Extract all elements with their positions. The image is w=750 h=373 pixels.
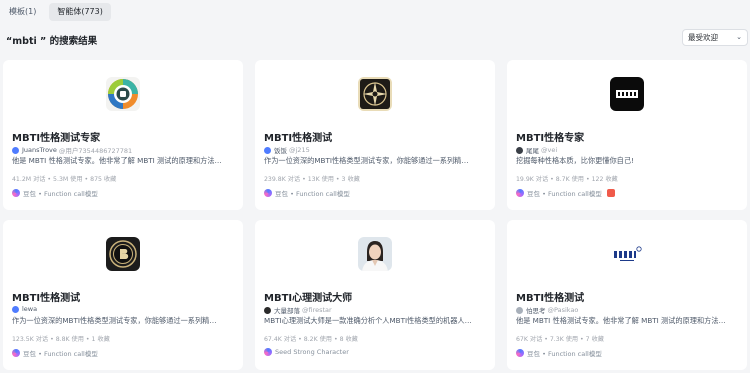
tab-templates[interactable]: 模板(1): [4, 3, 41, 21]
agent-stats: 239.8K 对话 • 13K 使用 • 3 收藏: [264, 176, 360, 183]
agent-card[interactable]: MBTI性格测试专家 JuansTrove @用户7354486727781 他…: [3, 60, 243, 210]
doubao-icon: [516, 189, 524, 197]
platform-label: 豆包 • Function call模型: [275, 190, 350, 198]
seed-icon: [264, 348, 272, 356]
author-badge-icon: [12, 305, 19, 313]
author-badge-icon: [264, 146, 271, 154]
author-name: 怕思考: [526, 307, 546, 315]
agent-name: MBTI性格测试: [516, 293, 585, 304]
agent-author: 怕思考 @Pasikao: [516, 305, 578, 315]
author-name: JuansTrove: [22, 146, 57, 154]
agent-platform: Seed Strong Character: [264, 348, 349, 356]
agent-name: MBTI性格测试: [12, 293, 81, 304]
author-avatar-icon: [264, 306, 271, 314]
platform-label: 豆包 • Function call模型: [527, 350, 602, 358]
portrait-avatar-icon: [358, 237, 392, 271]
agent-card[interactable]: MBTI性格测试 lewa 作为一位资深的MBTI性格类型测试专家，你能够通过一…: [3, 220, 243, 370]
agent-platform: 豆包 • Function call模型: [264, 188, 350, 198]
agent-description: 作为一位资深的MBTI性格类型测试专家，你能够通过一系列精…: [264, 156, 469, 165]
agent-author: JuansTrove @用户7354486727781: [12, 145, 132, 155]
platform-label: 豆包 • Function call模型: [527, 190, 602, 198]
platform-label: 豆包 • Function call模型: [23, 350, 98, 358]
agent-card-grid: MBTI性格测试专家 JuansTrove @用户7354486727781 他…: [3, 60, 748, 370]
doubao-icon: [12, 189, 20, 197]
agent-description: MBTI心理测试大师是一款准确分析个人MBTI性格类型的机器人…: [264, 316, 472, 325]
author-name: 尾尾: [526, 147, 539, 155]
colorful-badge-avatar-icon: [106, 77, 140, 111]
agent-author: 大量部落 @firestar: [264, 305, 332, 315]
author-avatar-icon: [516, 306, 523, 314]
agent-description: 作为一位资深的MBTI性格类型测试专家，你能够通过一系列精…: [12, 316, 217, 325]
sort-dropdown[interactable]: 最受欢迎 ⌄: [682, 29, 748, 46]
author-badge-icon: [12, 146, 19, 154]
agent-stats: 67.4K 对话 • 8.2K 使用 • 8 收藏: [264, 336, 358, 343]
agent-platform: 豆包 • Function call模型: [12, 348, 98, 358]
doubao-icon: [264, 189, 272, 197]
author-handle: @Pasikao: [547, 306, 579, 314]
platform-label: 豆包 • Function call模型: [23, 190, 98, 198]
sort-label: 最受欢迎: [688, 33, 718, 42]
agent-description: 他是 MBTI 性格测试专家。他非常了解 MBTI 测试的原理和方法…: [516, 316, 726, 325]
author-handle: @firestar: [302, 306, 332, 314]
agent-card[interactable]: MBTI性格专家 尾尾 @vei 挖掘每种性格本质，比你更懂你自己! 19.9K…: [507, 60, 747, 210]
author-name: 大量部落: [274, 307, 300, 315]
agent-platform: 豆包 • Function call模型: [516, 188, 615, 198]
author-name: lewa: [22, 305, 38, 313]
agent-card[interactable]: MBTI性格测试 饭饭 @j215 作为一位资深的MBTI性格类型测试专家，你能…: [255, 60, 495, 210]
agent-name: MBTI性格测试: [264, 133, 333, 144]
agent-author: lewa: [12, 305, 39, 313]
chevron-down-icon: ⌄: [736, 33, 742, 41]
mbti-wordmark-avatar-icon: [610, 237, 644, 271]
agent-card[interactable]: MBTI心理测试大师 大量部落 @firestar MBTI心理测试大师是一款准…: [255, 220, 495, 370]
author-name: 饭饭: [274, 147, 287, 155]
author-handle: @vei: [541, 146, 558, 154]
agent-name: MBTI心理测试大师: [264, 293, 353, 304]
agent-card[interactable]: MBTI性格测试 怕思考 @Pasikao 他是 MBTI 性格测试专家。他非常…: [507, 220, 747, 370]
agent-author: 尾尾 @vei: [516, 145, 557, 155]
dark-medallion-avatar-icon: [106, 237, 140, 271]
tab-bar: 模板(1) 智能体(773): [4, 3, 111, 21]
agent-stats: 67K 对话 • 7.3K 使用 • 7 收藏: [516, 336, 604, 343]
author-handle: @用户7354486727781: [58, 147, 133, 155]
compass-avatar-icon: [358, 77, 392, 111]
agent-platform: 豆包 • Function call模型: [516, 348, 602, 358]
agent-stats: 19.9K 对话 • 8.7K 使用 • 122 收藏: [516, 176, 618, 183]
author-handle: @j215: [289, 146, 310, 154]
agent-author: 饭饭 @j215: [264, 145, 310, 155]
agent-name: MBTI性格专家: [516, 133, 585, 144]
agent-description: 他是 MBTI 性格测试专家。他非常了解 MBTI 测试的原理和方法…: [12, 156, 222, 165]
doubao-icon: [12, 349, 20, 357]
plugin-icon: [606, 189, 615, 197]
platform-label: Seed Strong Character: [275, 348, 349, 356]
author-avatar-icon: [516, 146, 523, 154]
agent-name: MBTI性格测试专家: [12, 133, 101, 144]
agent-stats: 123.5K 对话 • 8.8K 使用 • 1 收藏: [12, 336, 110, 343]
agent-platform: 豆包 • Function call模型: [12, 188, 98, 198]
mbti-logo-avatar-icon: [610, 77, 644, 111]
agent-description: 挖掘每种性格本质，比你更懂你自己!: [516, 156, 634, 165]
search-result-title: “mbti ” 的搜索结果: [6, 36, 98, 47]
doubao-icon: [516, 349, 524, 357]
tab-agents[interactable]: 智能体(773): [49, 3, 111, 21]
agent-stats: 41.2M 对话 • 5.3M 使用 • 875 收藏: [12, 176, 117, 183]
